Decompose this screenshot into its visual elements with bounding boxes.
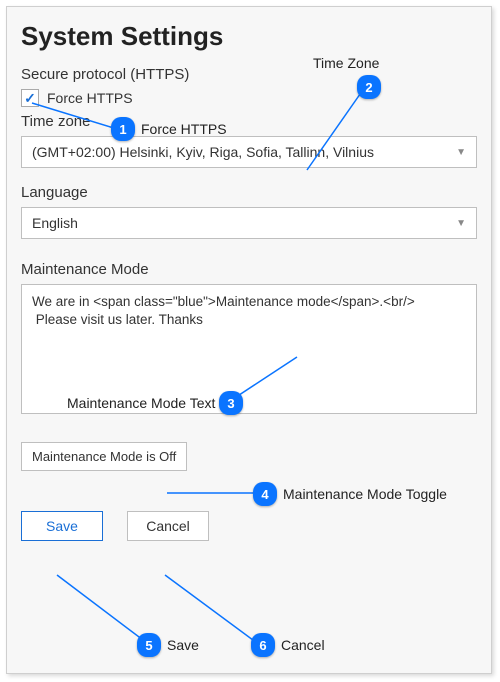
timezone-select[interactable]: (GMT+02:00) Helsinki, Kyiv, Riga, Sofia,… — [21, 136, 477, 168]
annotation-label-6: Cancel — [281, 637, 325, 653]
language-label: Language — [21, 184, 477, 201]
timezone-label: Time zone — [21, 113, 477, 130]
language-value: English — [32, 215, 78, 231]
annotation-label-5: Save — [167, 637, 199, 653]
annotation-bubble-6: 6 — [251, 633, 275, 657]
annotation-label-1: Force HTTPS — [141, 121, 227, 137]
annotation-label-3: Maintenance Mode Text — [67, 395, 215, 411]
annotation-label-4: Maintenance Mode Toggle — [283, 486, 447, 502]
annotation-bubble-1: 1 — [111, 117, 135, 141]
maintenance-label: Maintenance Mode — [21, 261, 477, 278]
annotation-label-2: Time Zone — [313, 55, 379, 71]
language-select[interactable]: English ▼ — [21, 207, 477, 239]
annotation-bubble-5: 5 — [137, 633, 161, 657]
force-https-label: Force HTTPS — [47, 90, 133, 106]
check-icon: ✓ — [24, 90, 36, 107]
force-https-row: ✓ Force HTTPS — [21, 89, 477, 107]
annotation-bubble-4: 4 — [253, 482, 277, 506]
chevron-down-icon: ▼ — [456, 218, 466, 229]
maintenance-toggle[interactable]: Maintenance Mode is Off — [21, 442, 187, 471]
force-https-checkbox[interactable]: ✓ — [21, 89, 39, 107]
timezone-value: (GMT+02:00) Helsinki, Kyiv, Riga, Sofia,… — [32, 144, 374, 160]
cancel-button[interactable]: Cancel — [127, 511, 209, 541]
settings-panel: System Settings Secure protocol (HTTPS) … — [6, 6, 492, 674]
save-button[interactable]: Save — [21, 511, 103, 541]
annotation-bubble-3: 3 — [219, 391, 243, 415]
chevron-down-icon: ▼ — [456, 147, 466, 158]
page-title: System Settings — [21, 21, 477, 52]
annotation-bubble-2: 2 — [357, 75, 381, 99]
button-row: Save Cancel — [21, 511, 477, 541]
secure-protocol-label: Secure protocol (HTTPS) — [21, 66, 477, 83]
